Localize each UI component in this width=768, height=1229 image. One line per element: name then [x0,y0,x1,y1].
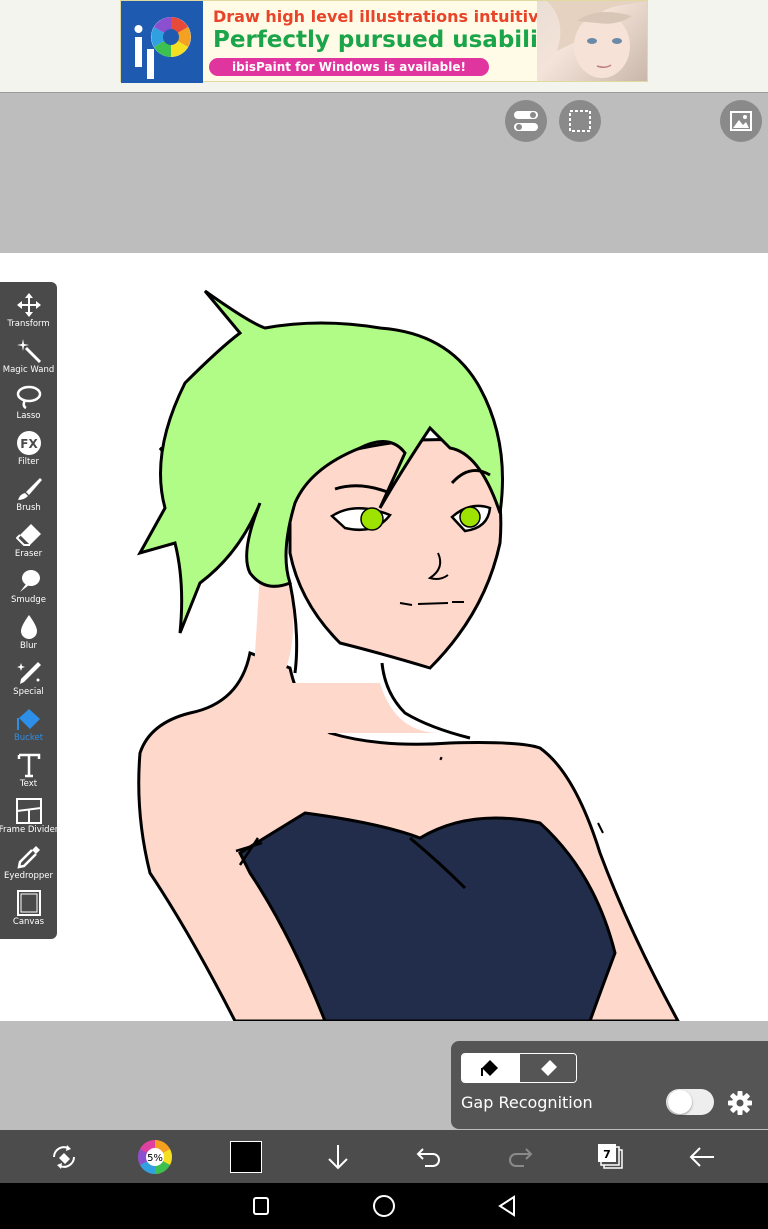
gap-recognition-label: Gap Recognition [461,1093,593,1112]
swap-tools-icon [53,1144,75,1169]
artwork [136,289,680,1021]
tool-label: Canvas [12,917,45,927]
arrow-left-icon [689,1146,714,1167]
tool-frame-divider[interactable]: Frame Divider [0,790,59,836]
toggle-knob [668,1090,692,1114]
tool-smudge[interactable]: Smudge [0,560,57,606]
canvas-icon [16,890,41,916]
reference-image-icon [730,111,752,131]
lasso-icon [16,385,41,410]
toggle-settings-button[interactable] [505,100,547,142]
reference-image-button[interactable] [720,100,762,142]
special-pen-icon [16,662,41,684]
tool-eraser[interactable]: Eraser [0,514,57,560]
tool-palette: Transform Magic Wand Lasso FX Filter Bru… [0,282,59,939]
layers-icon: 7 [598,1143,623,1169]
tool-label: Magic Wand [2,365,55,375]
ad-cta-pill: ibisPaint for Windows is available! [209,58,489,76]
tool-filter[interactable]: FX Filter [0,422,57,468]
blur-drop-icon [20,615,37,639]
tool-canvas[interactable]: Canvas [0,882,57,928]
redo-icon [509,1147,533,1167]
bucket-icon [16,709,40,730]
tool-label: Lasso [16,411,41,421]
redo-button[interactable] [490,1130,550,1183]
tool-label: Text [19,779,38,789]
tool-magic-wand[interactable]: Magic Wand [0,330,57,376]
color-wheel-icon: 5% [138,1139,172,1174]
ad-headline-part2: high level illustrations intuitively! [259,7,573,26]
tool-label: Filter [17,457,40,467]
bucket-options-panel: Gap Recognition [451,1041,768,1129]
system-back-button[interactable] [477,1183,537,1229]
selection-icon [569,110,591,132]
selection-button[interactable] [559,100,601,142]
ad-subheadline: Perfectly pursued usability! [213,27,575,53]
current-color-button[interactable] [216,1130,276,1183]
recent-apps-button[interactable] [231,1183,291,1229]
fill-mode-segment [461,1053,577,1083]
tool-label: Eyedropper [3,871,54,881]
download-button[interactable] [308,1130,368,1183]
move-arrows-icon [16,293,41,317]
ibispaint-logo-icon [121,1,203,83]
gap-recognition-toggle[interactable] [666,1089,714,1115]
home-button[interactable] [354,1183,414,1229]
tool-blur[interactable]: Blur [0,606,57,652]
tool-special[interactable]: Special [0,652,57,698]
fill-mode-bucket-option[interactable] [462,1054,519,1082]
system-navigation-bar [0,1183,768,1229]
undo-button[interactable] [399,1130,459,1183]
tool-label: Eraser [14,549,43,559]
layers-button[interactable]: 7 [581,1130,641,1183]
eraser-icon [15,524,41,546]
svg-text:FX: FX [20,437,38,451]
fill-mode-eraser-option[interactable] [518,1054,576,1082]
ad-headline: Draw high level illustrations intuitivel… [213,7,573,26]
tool-label: Frame Divider [0,825,59,835]
eraser-icon [540,1060,557,1076]
tool-label: Smudge [10,595,47,605]
smudge-icon [19,570,40,592]
layer-count: 7 [603,1148,611,1161]
tool-label: Blur [19,641,38,651]
top-workspace [0,93,768,253]
arrow-down-icon [328,1144,348,1169]
ad-banner-bar: Draw high level illustrations intuitivel… [0,0,768,93]
tool-lasso[interactable]: Lasso [0,376,57,422]
tool-label: Brush [16,503,41,513]
ad-headline-part1: Draw [213,7,260,26]
circle-icon [373,1195,395,1217]
tool-label: Bucket [13,733,44,743]
tool-label: Transform [7,319,50,329]
ad-character-image [537,1,647,81]
tool-label: Special [13,687,44,697]
undo-icon [416,1147,440,1167]
current-color-swatch [230,1140,262,1173]
triangle-back-icon [498,1195,515,1217]
eyedropper-icon [16,846,40,869]
tool-brush[interactable]: Brush [0,468,57,514]
back-button[interactable] [672,1130,732,1183]
tool-eyedropper[interactable]: Eyedropper [0,836,57,882]
text-icon [17,753,40,778]
magic-wand-icon [16,339,41,364]
bottom-toolbar: 5% 7 [0,1130,768,1183]
tool-transform[interactable]: Transform [0,284,57,330]
brush-opacity-value: 5% [147,1153,163,1164]
fx-icon: FX [16,431,41,455]
tool-bucket[interactable]: Bucket [0,698,57,744]
bucket-icon [481,1060,499,1076]
square-icon [253,1197,269,1215]
brush-icon [17,478,42,500]
frame-divider-icon [15,798,42,824]
ad-banner[interactable]: Draw high level illustrations intuitivel… [120,0,648,83]
tool-text[interactable]: Text [0,744,57,790]
drawing-canvas[interactable] [0,253,768,1021]
tool-swap-button[interactable] [34,1130,94,1183]
color-wheel-button[interactable]: 5% [125,1130,185,1183]
gear-icon[interactable] [727,1090,753,1116]
toggle-settings-icon [514,111,538,131]
